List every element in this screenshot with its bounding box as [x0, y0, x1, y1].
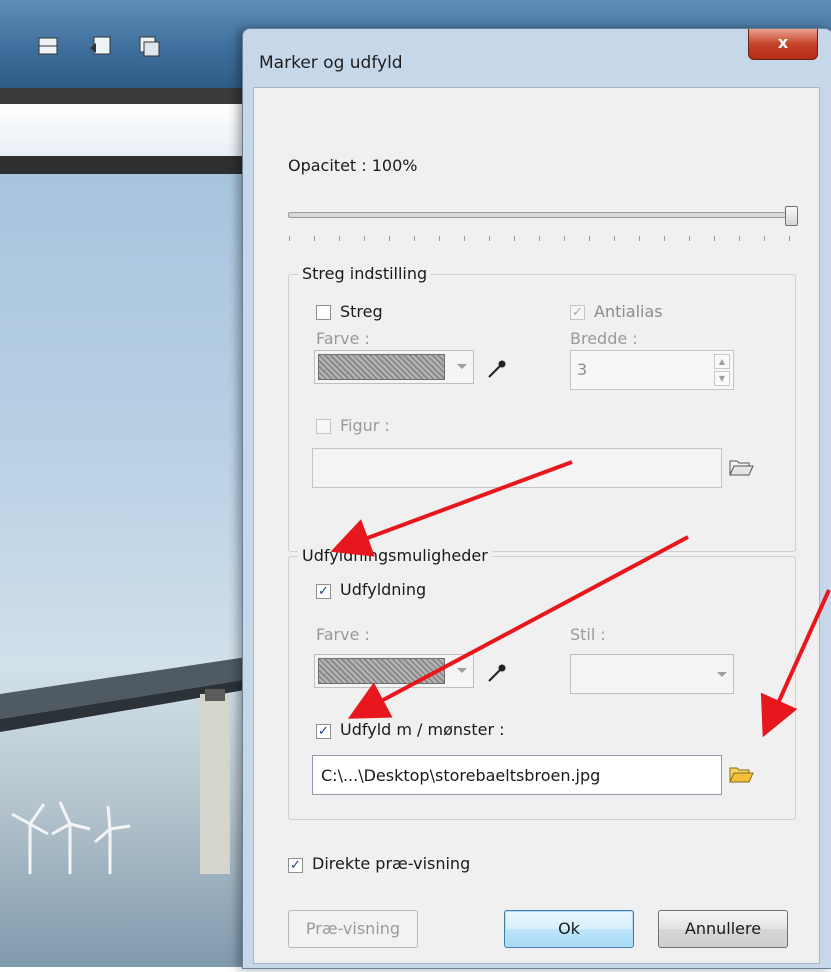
check-mark-icon: ✓ [572, 305, 583, 320]
dialog-title: Marker og udfyld [259, 53, 403, 73]
slider-tick [714, 236, 715, 241]
opacity-slider-thumb[interactable] [785, 206, 798, 226]
slider-tick [689, 236, 690, 241]
dialog-client-area: Opacitet : 100% Streg indstilling Streg … [253, 87, 820, 964]
spin-down-icon[interactable]: ▼ [714, 371, 730, 386]
cancel-button[interactable]: Annullere [658, 910, 788, 948]
slider-tick [739, 236, 740, 241]
toolbar-move-icon[interactable] [88, 34, 114, 58]
slider-tick [414, 236, 415, 241]
slider-tick [639, 236, 640, 241]
live-preview-checkbox[interactable]: ✓ [288, 858, 303, 873]
pattern-path-field[interactable]: C:\...\Desktop\storebaeltsbroen.jpg [312, 755, 722, 795]
slider-tick [289, 236, 290, 241]
fill-color-label: Farve : [316, 625, 370, 644]
fill-group-title: Udfyldningsmuligheder [298, 546, 492, 565]
stroke-group-title: Streg indstilling [298, 264, 432, 283]
chevron-down-icon [717, 672, 727, 677]
slider-tick [789, 236, 790, 241]
pattern-fill-checkbox-label: Udfyld m / mønster : [340, 720, 505, 739]
fill-dialog: Marker og udfyld x Opacitet : 100% Streg… [242, 28, 831, 969]
slider-tick [564, 236, 565, 241]
stroke-checkbox[interactable] [316, 305, 331, 320]
figure-checkbox-label: Figur : [340, 416, 390, 435]
fill-color-swatch [318, 658, 445, 684]
fill-style-dropdown[interactable] [570, 654, 734, 694]
stroke-color-dropdown[interactable] [314, 350, 474, 384]
slider-tick [389, 236, 390, 241]
opacity-slider-ticks [289, 236, 794, 242]
opacity-slider-track[interactable] [288, 212, 795, 218]
preview-button[interactable]: Præ-visning [288, 910, 418, 948]
eyedropper-icon[interactable] [486, 358, 508, 380]
stroke-checkbox-label: Streg [340, 302, 383, 321]
antialias-checkbox-label: Antialias [594, 302, 663, 321]
slider-tick [614, 236, 615, 241]
eyedropper-icon[interactable] [486, 662, 508, 684]
close-button[interactable]: x [748, 29, 818, 60]
check-mark-icon: ✓ [318, 724, 329, 739]
live-preview-checkbox-label: Direkte præ-visning [312, 854, 471, 873]
fill-checkbox[interactable]: ✓ [316, 584, 331, 599]
figure-checkbox[interactable] [316, 419, 331, 434]
check-mark-icon: ✓ [290, 858, 301, 873]
open-folder-icon[interactable] [728, 456, 754, 478]
ok-button[interactable]: Ok [504, 910, 634, 948]
fill-color-dropdown[interactable] [314, 654, 474, 688]
stroke-width-spinner[interactable]: 3 ▲ ▼ [570, 350, 734, 390]
pattern-fill-checkbox[interactable]: ✓ [316, 724, 331, 739]
slider-tick [664, 236, 665, 241]
toolbar-document-icon[interactable] [36, 34, 62, 58]
stroke-width-value: 3 [577, 360, 588, 379]
fill-checkbox-label: Udfyldning [340, 580, 427, 599]
slider-tick [339, 236, 340, 241]
check-mark-icon: ✓ [318, 584, 329, 599]
antialias-checkbox[interactable]: ✓ [570, 305, 585, 320]
figure-path-field[interactable] [312, 448, 722, 488]
chevron-down-icon [457, 364, 467, 369]
spin-up-icon[interactable]: ▲ [714, 354, 730, 369]
fill-style-label: Stil : [570, 625, 606, 644]
stroke-color-swatch [318, 354, 445, 380]
open-folder-icon[interactable] [728, 763, 754, 785]
close-icon: x [777, 33, 789, 52]
stroke-width-label: Bredde : [570, 329, 638, 348]
slider-tick [364, 236, 365, 241]
stroke-color-label: Farve : [316, 329, 370, 348]
slider-tick [514, 236, 515, 241]
toolbar-layers-icon[interactable] [136, 34, 162, 58]
slider-tick [539, 236, 540, 241]
opacity-label: Opacitet : 100% [288, 156, 418, 175]
slider-tick [764, 236, 765, 241]
slider-tick [314, 236, 315, 241]
slider-tick [489, 236, 490, 241]
chevron-down-icon [457, 668, 467, 673]
slider-tick [439, 236, 440, 241]
slider-tick [464, 236, 465, 241]
pattern-path-value: C:\...\Desktop\storebaeltsbroen.jpg [321, 766, 601, 785]
slider-tick [589, 236, 590, 241]
